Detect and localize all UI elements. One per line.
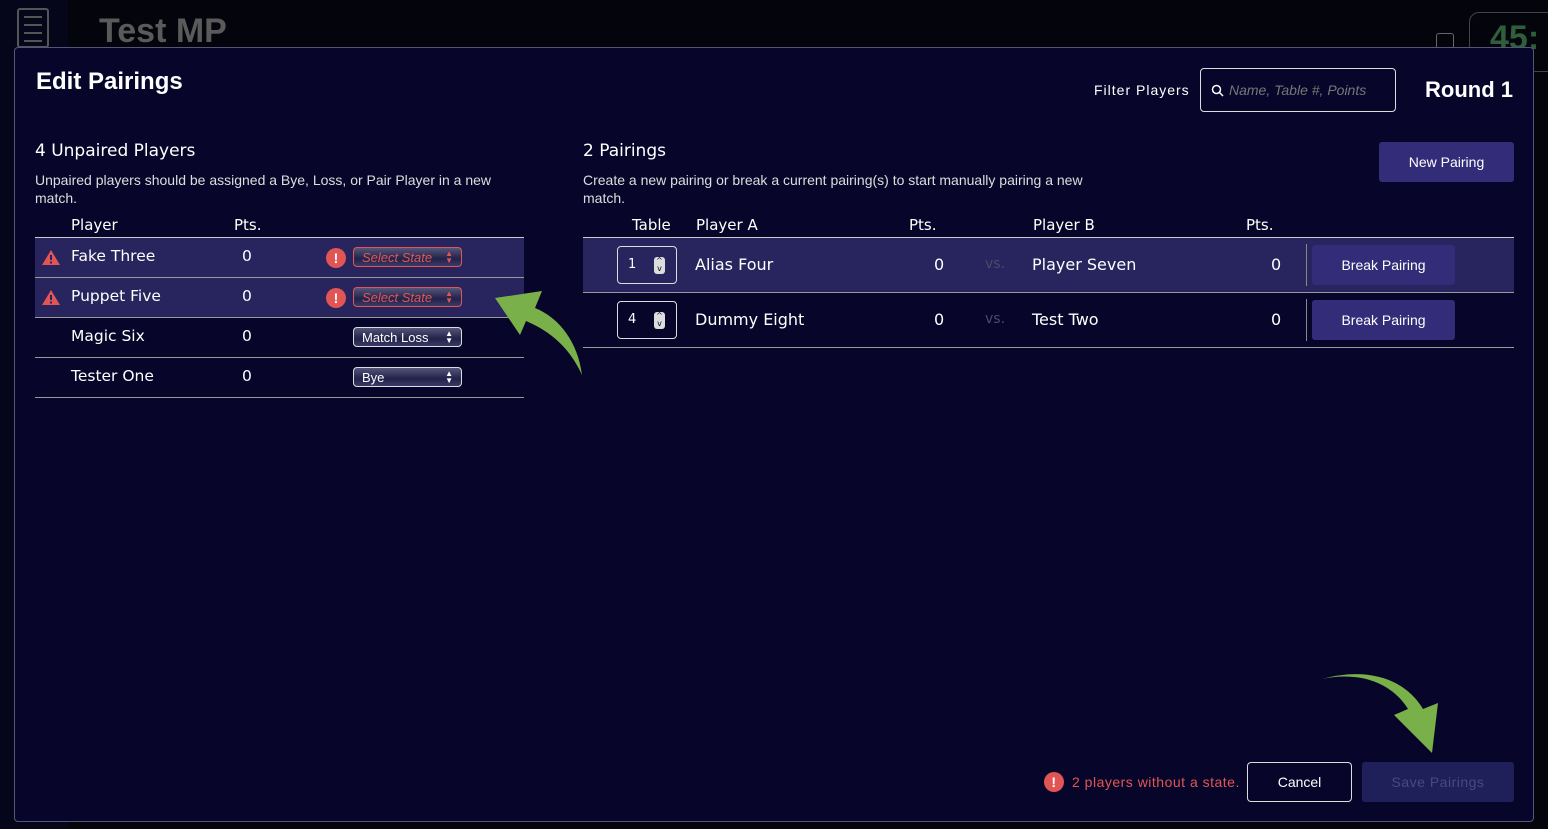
vs-label: vs. — [985, 256, 1006, 272]
table-number-stepper[interactable]: 4 ^ v — [617, 301, 677, 339]
player-a-name: Dummy Eight — [695, 310, 805, 329]
player-name: Fake Three — [71, 247, 156, 265]
divider — [1306, 244, 1307, 286]
header-player-a: Player A — [696, 216, 758, 234]
pairings-description: Create a new pairing or break a current … — [583, 172, 1083, 206]
header-player: Player — [71, 216, 118, 234]
header-pts: Pts. — [234, 216, 262, 234]
break-pairing-button[interactable]: Break Pairing — [1312, 300, 1455, 340]
state-value: Match Loss — [362, 330, 429, 345]
round-label: Round 1 — [1425, 77, 1513, 102]
updown-icon: ▲ ▼ — [445, 369, 453, 385]
player-points: 0 — [242, 287, 252, 305]
clipboard-icon — [17, 8, 49, 48]
stepper-icon[interactable]: ^ v — [654, 257, 665, 274]
header-table: Table — [632, 216, 671, 234]
filter-search-box[interactable] — [1200, 68, 1396, 112]
table-number-stepper[interactable]: 1 ^ v — [617, 246, 677, 284]
unpaired-row: Puppet Five 0 ! Select State ▲ ▼ — [35, 278, 524, 318]
state-value: Select State — [362, 250, 433, 265]
filter-input[interactable] — [1229, 82, 1389, 98]
player-a-points: 0 — [934, 255, 945, 274]
player-name: Magic Six — [71, 327, 145, 345]
player-a-name: Alias Four — [695, 255, 774, 274]
modal-title: Edit Pairings — [36, 68, 183, 95]
pairings-table: 1 ^ v Alias Four 0 vs. Player Seven 0 Brea… — [583, 237, 1514, 348]
player-points: 0 — [242, 367, 252, 385]
vs-label: vs. — [985, 311, 1006, 327]
state-value: Select State — [362, 290, 433, 305]
save-pairings-button[interactable]: Save Pairings — [1362, 762, 1514, 802]
player-b-name: Player Seven — [1032, 255, 1137, 274]
player-b-name: Test Two — [1032, 310, 1099, 329]
green-arrow-icon — [495, 291, 582, 375]
divider — [1306, 299, 1307, 341]
player-name: Puppet Five — [71, 287, 161, 305]
unpaired-row: Magic Six 0 Match Loss ▲ ▼ — [35, 318, 524, 358]
pairing-row: 1 ^ v Alias Four 0 vs. Player Seven 0 Brea… — [583, 238, 1514, 293]
updown-icon: ▲ ▼ — [445, 289, 453, 305]
stepper-icon[interactable]: ^ v — [654, 312, 665, 329]
unpaired-row: Fake Three 0 ! Select State ▲ ▼ — [35, 238, 524, 278]
updown-icon: ▲ ▼ — [445, 249, 453, 265]
search-icon — [1211, 84, 1224, 97]
pairing-row: 4 ^ v Dummy Eight 0 vs. Test Two 0 Break P… — [583, 293, 1514, 348]
unpaired-row: Tester One 0 Bye ▲ ▼ — [35, 358, 524, 398]
player-points: 0 — [242, 247, 252, 265]
state-select[interactable]: Bye ▲ ▼ — [353, 367, 462, 387]
player-b-points: 0 — [1271, 255, 1282, 274]
player-b-points: 0 — [1271, 310, 1282, 329]
error-icon: ! — [1044, 772, 1064, 792]
edit-pairings-modal: Edit Pairings Filter Players Round 1 4 U… — [14, 47, 1534, 822]
break-pairing-button[interactable]: Break Pairing — [1312, 245, 1455, 285]
footer-error-text: 2 players without a state. — [1072, 774, 1240, 790]
error-icon: ! — [326, 248, 346, 268]
player-name: Tester One — [71, 367, 154, 385]
unpaired-title: 4 Unpaired Players — [35, 141, 196, 161]
unpaired-table: Fake Three 0 ! Select State ▲ ▼ Puppet Fiv… — [35, 237, 524, 398]
header-pts-b: Pts. — [1246, 216, 1274, 234]
pairings-title: 2 Pairings — [583, 141, 666, 161]
cancel-button[interactable]: Cancel — [1247, 762, 1352, 802]
error-icon: ! — [326, 288, 346, 308]
state-value: Bye — [362, 370, 385, 385]
warning-icon — [42, 250, 60, 265]
green-arrow-icon — [1322, 674, 1438, 753]
filter-label: Filter Players — [1094, 82, 1190, 98]
unpaired-description: Unpaired players should be assigned a By… — [35, 172, 492, 206]
state-select[interactable]: Select State ▲ ▼ — [353, 287, 462, 307]
table-number: 4 — [628, 312, 637, 327]
player-points: 0 — [242, 327, 252, 345]
player-a-points: 0 — [934, 310, 945, 329]
header-pts-a: Pts. — [909, 216, 937, 234]
header-player-b: Player B — [1033, 216, 1095, 234]
state-select[interactable]: Select State ▲ ▼ — [353, 247, 462, 267]
footer-error: ! 2 players without a state. — [1044, 772, 1240, 792]
background-page-title: Test MP — [99, 12, 227, 50]
new-pairing-button[interactable]: New Pairing — [1379, 142, 1514, 182]
state-select[interactable]: Match Loss ▲ ▼ — [353, 327, 462, 347]
updown-icon: ▲ ▼ — [445, 329, 453, 345]
warning-icon — [42, 290, 60, 305]
table-number: 1 — [628, 257, 637, 272]
